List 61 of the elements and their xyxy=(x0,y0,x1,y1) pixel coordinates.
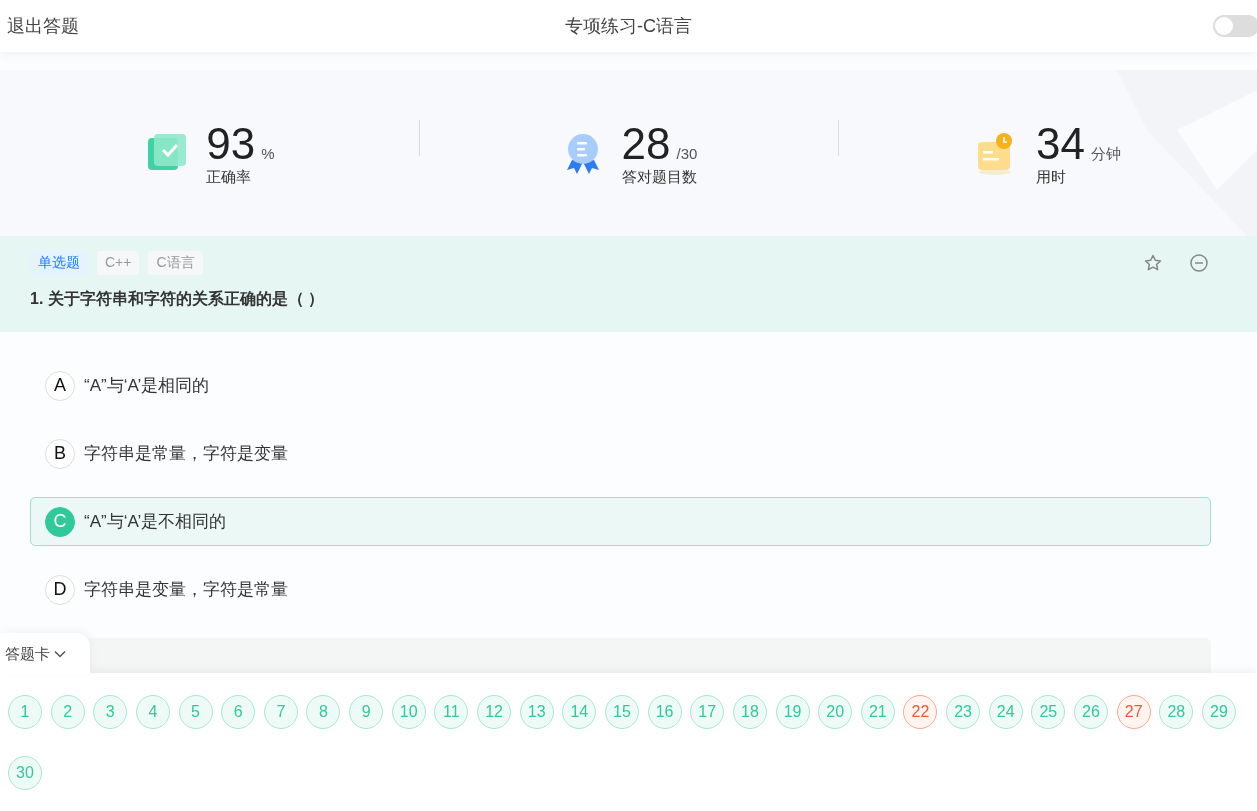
question-number-button[interactable]: 2 xyxy=(50,695,85,729)
option-text: “A”与‘A’是不相同的 xyxy=(84,511,227,533)
question-number-button[interactable]: 5 xyxy=(178,695,213,729)
stat-value: 93 xyxy=(206,119,256,168)
stat-unit: % xyxy=(261,144,275,162)
option-text: 字符串是变量，字符是常量 xyxy=(84,579,288,601)
question-type-tag: 单选题 xyxy=(30,251,88,275)
question-number-button[interactable]: 21 xyxy=(860,695,895,729)
question-number-button[interactable]: 15 xyxy=(604,695,639,729)
topic-tag: C++ xyxy=(97,251,140,275)
answer-option[interactable]: B 字符串是常量，字符是变量 xyxy=(30,429,1211,478)
question-number-button[interactable]: 24 xyxy=(988,695,1023,729)
answer-card-toggle[interactable]: 答题卡 xyxy=(0,633,90,675)
question-number-button[interactable]: 14 xyxy=(562,695,597,729)
stat-unit: 分钟 xyxy=(1090,144,1121,164)
option-letter: B xyxy=(45,438,75,469)
answer-option[interactable]: D 字符串是变量，字符是常量 xyxy=(30,565,1211,614)
question-number-button[interactable]: 28 xyxy=(1159,695,1194,729)
question-number-button[interactable]: 1 xyxy=(8,695,42,729)
question-number-button[interactable]: 8 xyxy=(306,695,341,729)
exit-button[interactable]: 退出答题 xyxy=(7,14,79,38)
question-number-button[interactable]: 4 xyxy=(135,695,170,729)
topic-tag: C语言 xyxy=(148,251,203,275)
question-number-button[interactable]: 26 xyxy=(1074,695,1108,729)
question-number-button[interactable]: 20 xyxy=(818,695,853,729)
question-number-button[interactable]: 12 xyxy=(477,695,512,729)
question-number-button[interactable]: 18 xyxy=(732,695,767,729)
question-number-button[interactable]: 19 xyxy=(775,695,810,729)
question-number-button[interactable]: 6 xyxy=(221,695,256,729)
option-letter: C xyxy=(45,506,75,537)
question-number-button[interactable]: 29 xyxy=(1201,695,1236,729)
stat-value: 28 xyxy=(621,119,671,168)
question-number-button[interactable]: 22 xyxy=(903,695,938,729)
question-number-button[interactable]: 7 xyxy=(263,695,298,729)
stat-label: 用时 xyxy=(1036,167,1066,185)
option-letter: D xyxy=(45,574,75,605)
question-number-button[interactable]: 9 xyxy=(349,695,384,729)
stat-unit: /30 xyxy=(676,144,698,162)
question-number-button[interactable]: 25 xyxy=(1031,695,1066,729)
page-title: 专项练习-C语言 xyxy=(565,16,692,36)
toggle-switch[interactable] xyxy=(1213,15,1257,37)
stat-label: 答对题目数 xyxy=(621,167,697,185)
answer-option[interactable]: A “A”与‘A’是相同的 xyxy=(30,361,1211,410)
remove-icon[interactable] xyxy=(1189,253,1209,273)
question-number-button[interactable]: 13 xyxy=(519,695,554,729)
option-text: 字符串是常量，字符是变量 xyxy=(84,443,288,465)
question-number-button[interactable]: 11 xyxy=(434,695,469,729)
question-number-button[interactable]: 3 xyxy=(93,695,128,729)
answer-option[interactable]: C “A”与‘A’是不相同的 xyxy=(30,497,1211,546)
star-icon[interactable] xyxy=(1143,253,1163,273)
question-number-button[interactable]: 27 xyxy=(1116,695,1151,729)
stat-label: 正确率 xyxy=(206,167,252,185)
question-title: 1. 关于字符串和字符的关系正确的是（ ） xyxy=(30,289,326,309)
question-number-button[interactable]: 10 xyxy=(391,695,426,729)
question-number-button[interactable]: 30 xyxy=(8,756,42,790)
stat-value: 34 xyxy=(1036,119,1085,168)
option-text: “A”与‘A’是相同的 xyxy=(84,375,210,397)
question-number-button[interactable]: 23 xyxy=(946,695,981,729)
option-letter: A xyxy=(45,370,75,401)
question-number-button[interactable]: 16 xyxy=(647,695,682,729)
question-number-button[interactable]: 17 xyxy=(690,695,725,729)
